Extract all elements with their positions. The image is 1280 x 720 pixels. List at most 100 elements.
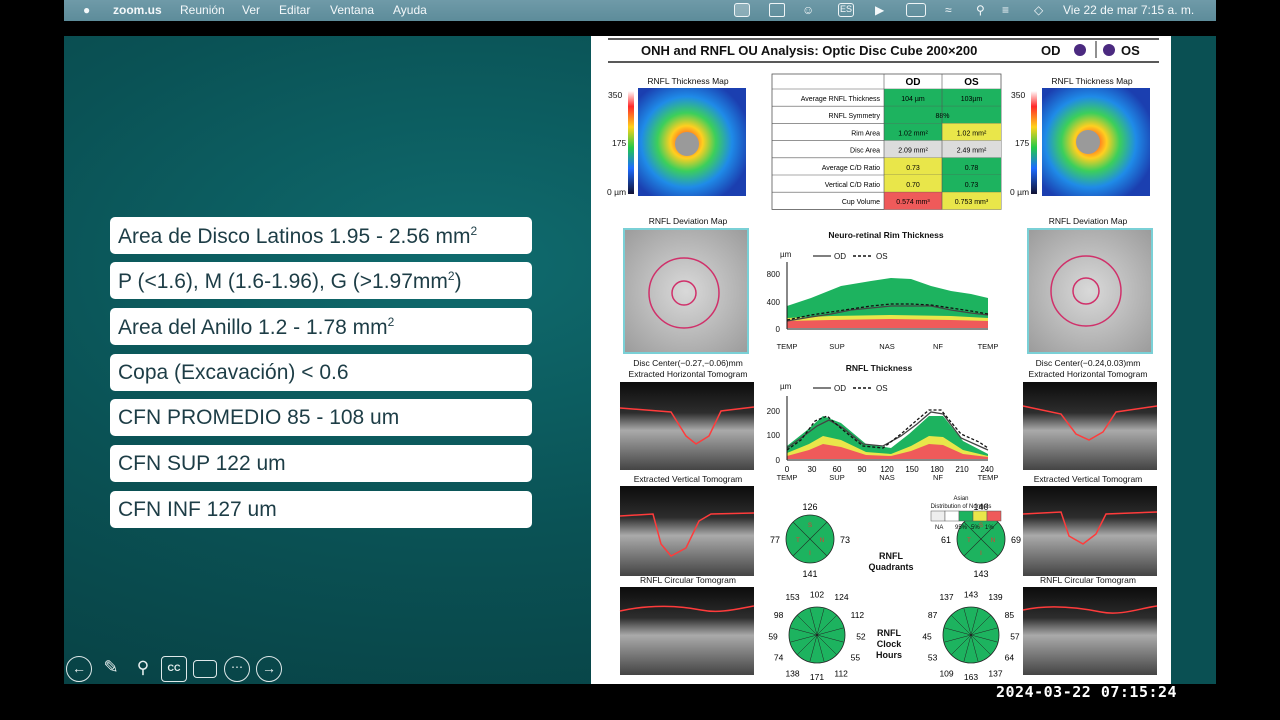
info-pill-rnfl-sup: CFN SUP 122 um [110,445,532,482]
camera-icon[interactable] [193,660,217,678]
clock-label-3: Hours [876,650,902,660]
rim-xtick-nas: NAS [879,342,894,351]
thickness-xword-nf: NF [933,473,943,482]
quadrant-value-bottom: 143 [973,569,988,579]
rim-abnormal-band [787,319,988,328]
clock-hours-od: 153 102 124 98 112 59 52 74 55 138 171 112 [768,589,866,682]
horiz-tomo-title-od: Extracted Horizontal Tomogram [629,369,748,379]
info-pill-cup: Copa (Excavación) < 0.6 [110,354,532,391]
menu-item-ver[interactable]: Ver [242,3,260,17]
pill-sup: 2 [470,224,478,238]
wifi-icon[interactable]: ≈ [945,3,952,17]
oct-report-figure: ONH and RNFL OU Analysis: Optic Disc Cub… [607,38,1159,682]
rim-xtick-sup: SUP [829,342,844,351]
table-row-label: Cup Volume [842,199,880,206]
clock-value: 98 [774,610,784,620]
menu-item-reunion[interactable]: Reunión [180,3,225,17]
pill-text: Area de Disco Latinos 1.95 - 2.56 mm [118,225,471,248]
metrics-table: OD OS Average RNFL Thickness 104 µm 103µm RNF… [771,73,1002,210]
thickness-xword-nas: NAS [879,473,894,482]
clock-value: 171 [810,672,824,682]
search-icon[interactable]: ⚲ [976,3,985,17]
menu-item-editar[interactable]: Editar [279,3,310,17]
disc-center-od: Disc Center(−0.27,−0.06)mm [633,358,743,368]
norms-title-2: Distribution of Normals [931,504,992,510]
recording-timestamp: 2024-03-22 07:15:24 [996,683,1178,701]
clock-value: 53 [928,652,938,662]
thickness-map-title-od: RNFL Thickness Map [647,76,729,86]
clock-value: 55 [851,652,861,662]
oct-report: ONH and RNFL OU Analysis: Optic Disc Cub… [591,36,1171,684]
od-label: OD [1041,43,1061,58]
info-pill-rim-area: Area del Anillo 1.2 - 1.78 mm2 [110,308,532,345]
table-cell-os-text: 1.02 mm² [957,130,987,137]
people-icon[interactable]: ☺ [802,3,814,17]
table-cell-both-text: 88% [935,113,949,120]
od-dot-icon [1074,44,1086,56]
info-pill-disc-area: Area de Disco Latinos 1.95 - 2.56 mm2 [110,217,532,254]
deviation-map-title-od: RNFL Deviation Map [649,216,728,226]
clock-value: 163 [964,672,978,682]
pen-icon[interactable]: ✎ [98,656,124,682]
language-indicator[interactable]: ES [838,3,854,17]
norms-label-na: NA [935,525,943,531]
mac-menu-bar: ● zoom.us Reunión Ver Editar Ventana Ayu… [64,0,1216,21]
quadrant-value-top: 126 [802,502,817,512]
zoom-icon[interactable]: ⚲ [130,656,156,682]
pill-text: Copa (Excavación) < 0.6 [118,361,349,384]
quadrant-value-right: 69 [1011,535,1021,545]
control-center-icon[interactable]: ≡ [1002,3,1009,17]
menu-app-name[interactable]: zoom.us [113,3,162,17]
table-cell-os-text: 0.753 mm³ [955,199,989,206]
clock-value: 52 [856,631,866,641]
cc-icon[interactable]: CC [161,656,187,682]
rim-legend-os: OS [876,252,888,261]
clock-value: 87 [928,610,938,620]
norms-swatch-red [986,510,1002,522]
table-cell-od-text: 104 µm [901,96,925,103]
thickness-unit: µm [780,382,792,391]
apple-icon[interactable]: ● [83,3,90,17]
clock-value: 124 [834,592,848,602]
pill-text: Area del Anillo 1.2 - 1.78 mm [118,316,388,339]
vert-tomo-title-os: Extracted Vertical Tomogram [1034,474,1143,484]
more-icon[interactable]: ⋯ [224,656,250,682]
quadrants-label-2: Quadrants [868,562,913,572]
thickness-xtick: 210 [955,465,969,474]
norms-swatch-white [944,510,960,522]
back-icon[interactable]: ← [66,656,92,682]
thickness-xword-sup: SUP [829,473,844,482]
norms-title-1: Asian [953,496,968,502]
clock-value: 139 [988,592,1002,602]
table-header-os: OS [964,77,979,88]
thickness-map-title-os: RNFL Thickness Map [1051,76,1133,86]
battery-icon[interactable] [906,3,926,17]
thickness-ytick-100: 100 [767,431,781,440]
table-cell-od-text: 0.73 [906,165,920,172]
screen: { "menubar": { "apple": "", "app": "zoom… [0,0,1280,720]
table-cell-os-text: 2.49 mm² [957,148,987,155]
menu-item-ayuda[interactable]: Ayuda [393,3,427,17]
horiz-tomogram-os [1023,382,1157,470]
pill-text: CFN PROMEDIO 85 - 108 um [118,406,400,429]
disc-spot-od [675,132,699,156]
next-icon[interactable]: → [256,656,282,682]
clock-value: 137 [988,669,1002,679]
menu-item-ventana[interactable]: Ventana [330,3,374,17]
horiz-tomogram-od [620,382,754,470]
report-title: ONH and RNFL OU Analysis: Optic Disc Cub… [641,43,977,58]
rim-legend-od: OD [834,252,846,261]
screen-share-icon[interactable] [734,3,750,17]
play-icon[interactable]: ▶ [875,3,884,17]
rim-ytick-400: 400 [767,298,781,307]
siri-icon[interactable]: ◇ [1034,3,1043,17]
disc-center-os: Disc Center(−0.24,0.03)mm [1036,358,1141,368]
quadrant-value-right: 73 [840,535,850,545]
window-icon[interactable] [769,3,785,17]
clock-value: 57 [1010,631,1020,641]
deviation-map-os [1027,228,1153,354]
scale-min-od: 0 µm [607,187,626,197]
thickness-xword-temp-end: TEMP [978,473,999,482]
thickness-ytick-200: 200 [767,407,781,416]
table-cell-od-text: 1.02 mm² [898,130,928,137]
